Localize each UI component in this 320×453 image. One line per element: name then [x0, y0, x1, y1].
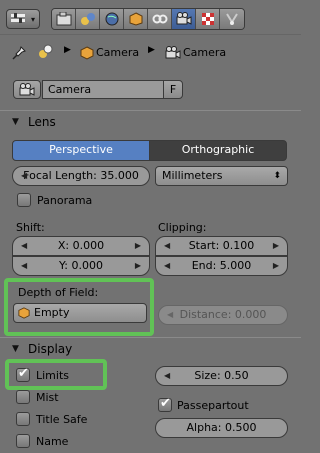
increment-arrow-icon[interactable]: ▶: [135, 257, 141, 275]
alpha-field[interactable]: Alpha: 0.500: [155, 418, 288, 438]
dof-object-field[interactable]: Empty: [13, 303, 147, 323]
collapse-triangle-icon: ▼: [12, 344, 19, 354]
lens-unit-value: Millimeters: [162, 169, 223, 182]
clip-start-field[interactable]: ◀ Start: 0.100 ▶: [155, 236, 288, 256]
decrement-arrow-icon[interactable]: ◀: [21, 167, 27, 185]
camera-icon: [165, 46, 181, 59]
display-panel-header[interactable]: ▼ Display: [0, 337, 301, 361]
scene-icon: [81, 13, 95, 25]
decrement-arrow-icon[interactable]: ◀: [21, 257, 27, 275]
tab-texture[interactable]: [196, 9, 220, 29]
dof-distance-value: Distance: 0.000: [179, 308, 267, 321]
display-panel-title: Display: [28, 342, 73, 356]
breadcrumb: ▶ Camera ▶ Camera: [10, 44, 295, 64]
mist-label: Mist: [36, 391, 59, 404]
lens-panel-header[interactable]: ▼ Lens: [0, 110, 301, 134]
limits-checkbox[interactable]: [16, 366, 30, 382]
decrement-arrow-icon[interactable]: ◀: [164, 367, 170, 385]
updown-arrows-icon: ⬍: [273, 171, 281, 181]
focal-length-value: Focal Length: 35.000: [23, 169, 139, 182]
browse-camera-data-button[interactable]: [13, 80, 41, 99]
focal-length-field[interactable]: ◀ Focal Length: 35.000: [12, 166, 150, 186]
name-label: Name: [36, 435, 69, 448]
decrement-arrow-icon[interactable]: ◀: [21, 237, 27, 255]
pin-icon[interactable]: [12, 46, 26, 60]
properties-editor-icon: [11, 13, 25, 23]
decrement-arrow-icon[interactable]: ◀: [164, 237, 170, 255]
clip-start-value: Start: 0.100: [188, 239, 255, 252]
alpha-value: Alpha: 0.500: [186, 421, 257, 434]
panorama-label: Panorama: [37, 194, 93, 207]
scene-icon: [39, 44, 53, 58]
context-tabs: [51, 8, 245, 30]
editor-type-button[interactable]: ▾: [6, 9, 40, 29]
decrement-arrow-icon[interactable]: ◀: [167, 306, 173, 324]
dof-object-value: Empty: [34, 306, 70, 319]
collapse-triangle-icon: ▼: [12, 117, 19, 127]
name-checkbox[interactable]: [16, 434, 30, 448]
shift-x-value: X: 0.000: [57, 239, 105, 252]
tab-object[interactable]: [124, 9, 148, 29]
constraints-icon: [152, 14, 168, 24]
texture-icon: [202, 13, 214, 25]
size-field[interactable]: ◀ Size: 0.50: [155, 366, 288, 386]
camera-icon: [176, 12, 192, 25]
limits-label: Limits: [36, 369, 69, 382]
clip-end-value: End: 5.000: [191, 259, 252, 272]
shift-x-field[interactable]: ◀ X: 0.000 ▶: [12, 236, 150, 256]
clip-end-field[interactable]: ◀ End: 5.000 ▶: [155, 256, 288, 276]
breadcrumb-data: Camera: [183, 46, 227, 59]
chevron-right-icon: ▶: [64, 45, 71, 55]
orthographic-tab[interactable]: Orthographic: [149, 140, 287, 161]
tab-constraints[interactable]: [148, 9, 172, 29]
tab-scene[interactable]: [76, 9, 100, 29]
world-icon: [105, 12, 119, 26]
camera-data-name-field[interactable]: Camera: [42, 80, 164, 99]
tab-camera-data[interactable]: [172, 9, 196, 29]
fake-user-button[interactable]: F: [163, 80, 183, 99]
camera-icon: [19, 83, 35, 96]
chevron-right-icon: ▶: [148, 45, 155, 55]
dof-label: Depth of Field:: [18, 286, 99, 299]
decrement-arrow-icon[interactable]: ◀: [164, 257, 170, 275]
tab-render[interactable]: [52, 9, 76, 29]
size-value: Size: 0.50: [194, 369, 249, 382]
title-safe-label: Title Safe: [36, 413, 88, 426]
particles-icon: [226, 13, 238, 25]
clipping-label: Clipping:: [158, 221, 207, 234]
increment-arrow-icon[interactable]: ▶: [273, 237, 279, 255]
object-icon: [80, 46, 94, 60]
render-icon: [56, 12, 72, 26]
breadcrumb-object: Camera: [96, 46, 140, 59]
object-icon: [18, 307, 30, 319]
shift-y-value: Y: 0.000: [59, 259, 103, 272]
dof-distance-field[interactable]: ◀ Distance: 0.000: [158, 305, 288, 325]
shift-label: Shift:: [16, 221, 45, 234]
shift-y-field[interactable]: ◀ Y: 0.000 ▶: [12, 256, 150, 276]
chevron-down-icon: ▾: [30, 15, 35, 24]
lens-panel-title: Lens: [28, 115, 56, 129]
lens-unit-select[interactable]: Millimeters ⬍: [155, 166, 288, 186]
object-icon: [129, 12, 143, 26]
tab-world[interactable]: [100, 9, 124, 29]
tab-particles[interactable]: [220, 9, 244, 29]
increment-arrow-icon[interactable]: ▶: [135, 237, 141, 255]
perspective-tab[interactable]: Perspective: [12, 140, 150, 161]
increment-arrow-icon[interactable]: ▶: [273, 257, 279, 275]
panorama-checkbox[interactable]: [17, 193, 31, 207]
mist-checkbox[interactable]: [16, 390, 30, 404]
passepartout-checkbox[interactable]: [158, 396, 172, 412]
passepartout-label: Passepartout: [177, 399, 249, 412]
title-safe-checkbox[interactable]: [16, 412, 30, 426]
